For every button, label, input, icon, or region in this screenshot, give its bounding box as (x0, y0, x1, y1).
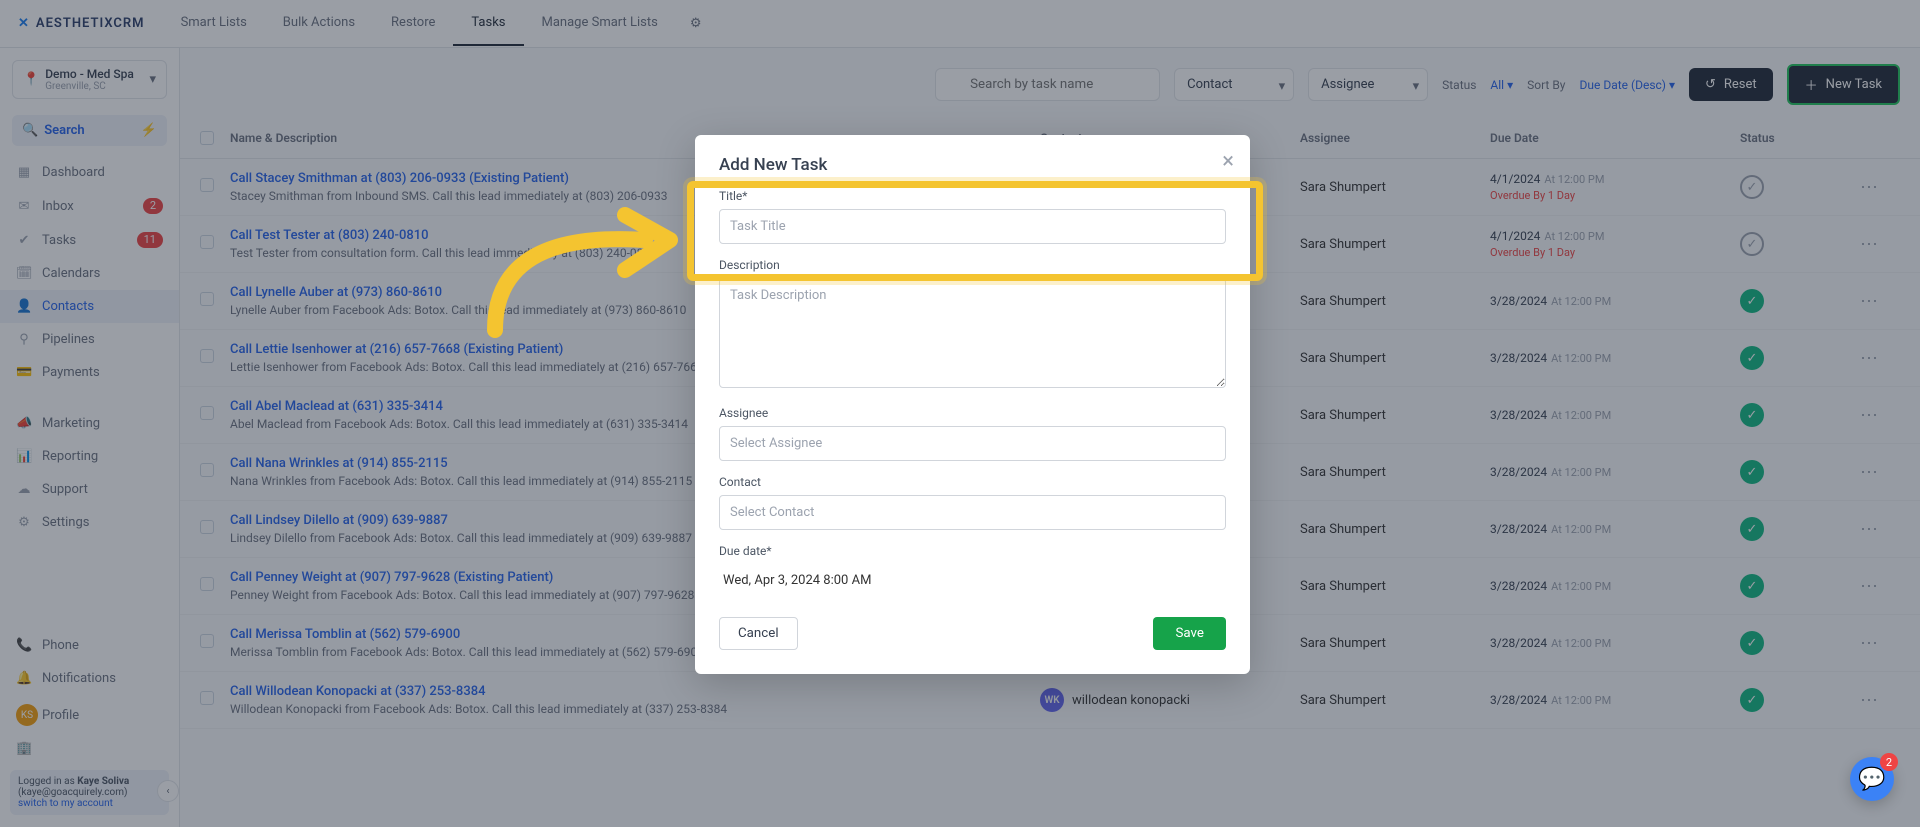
chat-icon: 💬 (1858, 767, 1885, 792)
fab-badge: 2 (1880, 753, 1898, 771)
cancel-button[interactable]: Cancel (719, 617, 798, 650)
title-label: Title* (719, 189, 1226, 203)
modal-heading: Add New Task (719, 155, 1226, 175)
contact-input[interactable] (719, 495, 1226, 530)
close-icon[interactable]: × (1222, 149, 1234, 174)
chat-fab[interactable]: 💬 2 (1850, 757, 1894, 801)
due-label: Due date* (719, 544, 1226, 558)
due-value[interactable]: Wed, Apr 3, 2024 8:00 AM (719, 564, 1226, 597)
add-task-modal: Add New Task × Title* Description Assign… (695, 135, 1250, 674)
contact-label: Contact (719, 475, 1226, 489)
desc-label: Description (719, 258, 1226, 272)
save-button[interactable]: Save (1153, 617, 1226, 650)
assignee-label: Assignee (719, 406, 1226, 420)
title-input[interactable] (719, 209, 1226, 244)
assignee-input[interactable] (719, 426, 1226, 461)
desc-input[interactable] (719, 278, 1226, 388)
